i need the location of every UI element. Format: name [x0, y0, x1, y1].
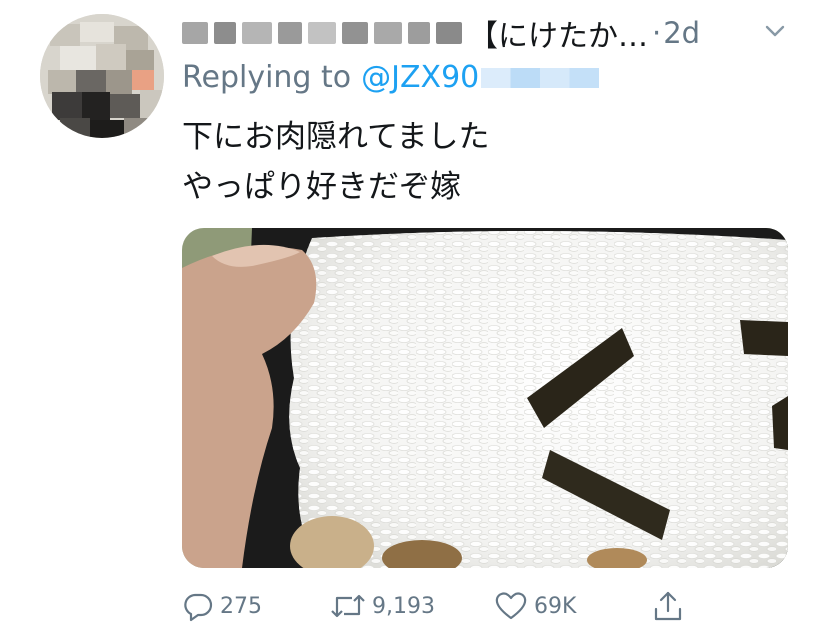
share-button[interactable] [652, 588, 684, 624]
like-count: 69K [534, 593, 577, 619]
reply-icon [184, 593, 213, 622]
tweet-timestamp[interactable]: 2d [663, 16, 700, 50]
tweet-photo[interactable] [182, 228, 788, 568]
reply-handle-link[interactable]: @JZX90 [361, 60, 479, 95]
tweet-header: 【にけたか… · 2d [182, 10, 700, 56]
avatar[interactable] [40, 14, 164, 138]
tweet-text: 下にお肉隠れてました やっぱり好きだぞ嫁 [182, 112, 490, 212]
reply-button[interactable]: 275 [182, 588, 262, 624]
retweet-count: 9,193 [372, 593, 435, 619]
bento-rice-photo [182, 228, 788, 568]
retweet-button[interactable]: 9,193 [330, 588, 435, 624]
tweet-text-line: 下にお肉隠れてました [182, 119, 490, 155]
chevron-down-icon[interactable] [762, 18, 788, 48]
reply-count: 275 [220, 593, 262, 619]
tweet-actions: 275 9,193 69K [182, 588, 702, 624]
display-name[interactable]: 【にけたか… [468, 11, 648, 55]
share-icon [654, 591, 682, 621]
retweet-icon [331, 594, 365, 618]
heart-icon [495, 592, 527, 620]
replying-to: Replying to @JZX90 [182, 60, 600, 95]
tweet-separator: · [652, 16, 662, 50]
tweet-text-line: やっぱり好きだぞ嫁 [182, 169, 461, 205]
reply-prefix: Replying to [182, 60, 352, 95]
like-button[interactable]: 69K [494, 588, 576, 624]
avatar-image [40, 14, 164, 138]
blurred-user-name[interactable] [182, 22, 462, 44]
blurred-handle [481, 67, 600, 88]
